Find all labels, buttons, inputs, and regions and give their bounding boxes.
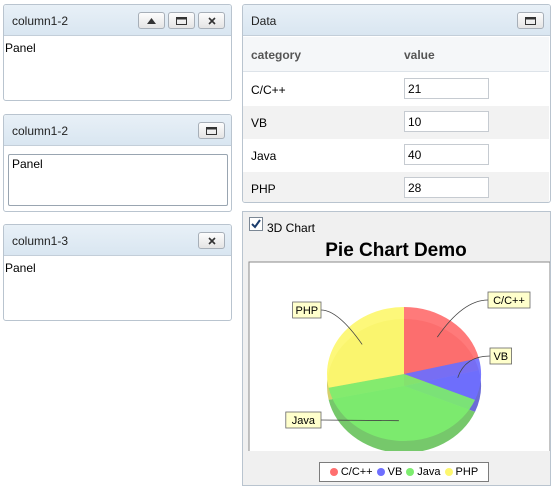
panel-body-text: Panel <box>12 157 43 171</box>
maximize-button[interactable] <box>517 12 544 29</box>
maximize-icon <box>206 126 217 135</box>
value-input[interactable] <box>404 78 489 99</box>
value-input[interactable] <box>404 177 489 198</box>
legend-label: VB <box>387 466 403 478</box>
value-input[interactable] <box>404 144 489 165</box>
slice-label: PHP <box>295 305 318 317</box>
portlet-column1-3: column1-3 Panel <box>3 224 232 321</box>
collapse-button[interactable] <box>138 12 165 29</box>
pie-chart[interactable]: Pie Chart Demo C/C++ VB Java PHP <box>243 236 550 451</box>
panel-body-text: Panel <box>5 261 36 275</box>
triangle-up-icon <box>147 17 156 24</box>
table-row: VB <box>243 106 549 139</box>
portlet-title: column1-2 <box>12 124 69 138</box>
legend-swatch <box>444 468 453 476</box>
slice-label: Java <box>292 415 316 427</box>
portlet-header[interactable]: column1-2 <box>4 5 231 36</box>
slice-label: C/C++ <box>493 295 525 307</box>
table-row: C/C++ <box>243 73 549 106</box>
chart-legend: C/C++ VB Java PHP <box>319 462 489 482</box>
table-row: Java <box>243 139 549 172</box>
value-input[interactable] <box>404 111 489 132</box>
category-cell: PHP <box>251 182 276 196</box>
table-row: PHP <box>243 172 549 202</box>
close-icon <box>207 16 216 25</box>
data-portlet: Data category value C/C++ VB Java PHP <box>242 4 551 203</box>
portlet-header[interactable]: column1-2 <box>4 115 231 146</box>
legend-item: VB <box>376 466 403 478</box>
panel-body-text: Panel <box>5 41 36 55</box>
category-cell: VB <box>251 116 268 130</box>
portlet-title: Data <box>251 14 277 28</box>
legend-label: Java <box>417 466 441 478</box>
portlet-column1-2-second: column1-2 Panel <box>3 114 232 212</box>
portlet-title: column1-3 <box>12 234 69 248</box>
portlet-column1-2-first: column1-2 Panel <box>3 4 232 101</box>
column-header-value[interactable]: value <box>404 48 435 62</box>
close-button[interactable] <box>198 232 225 249</box>
grid-header: category value <box>243 37 549 72</box>
legend-item: PHP <box>444 466 479 478</box>
legend-label: C/C++ <box>340 466 373 478</box>
close-icon <box>207 236 216 245</box>
maximize-button[interactable] <box>168 12 195 29</box>
legend-item: Java <box>406 466 441 478</box>
checkmark-icon <box>251 219 261 229</box>
portlet-header[interactable]: column1-3 <box>4 225 231 256</box>
maximize-icon <box>525 16 536 25</box>
3d-chart-checkbox[interactable] <box>249 217 263 231</box>
slice-label: VB <box>493 351 508 363</box>
legend-swatch <box>406 468 415 476</box>
category-cell: C/C++ <box>251 83 286 97</box>
maximize-button[interactable] <box>198 122 225 139</box>
maximize-icon <box>176 16 187 25</box>
legend-swatch <box>376 468 385 476</box>
category-cell: Java <box>251 149 277 163</box>
chart-title: Pie Chart Demo <box>325 240 466 261</box>
column-header-category[interactable]: category <box>251 48 301 62</box>
close-button[interactable] <box>198 12 225 29</box>
legend-item: C/C++ <box>329 466 373 478</box>
panel-body-box: Panel <box>8 154 228 206</box>
3d-chart-label: 3D Chart <box>267 221 316 235</box>
legend-swatch <box>329 468 338 476</box>
chart-panel: 3D Chart Pie Chart Demo C/C++ VB Java PHP C… <box>242 211 551 486</box>
legend-label: PHP <box>455 466 479 478</box>
portlet-title: column1-2 <box>12 14 69 28</box>
portlet-header[interactable]: Data <box>243 5 550 36</box>
